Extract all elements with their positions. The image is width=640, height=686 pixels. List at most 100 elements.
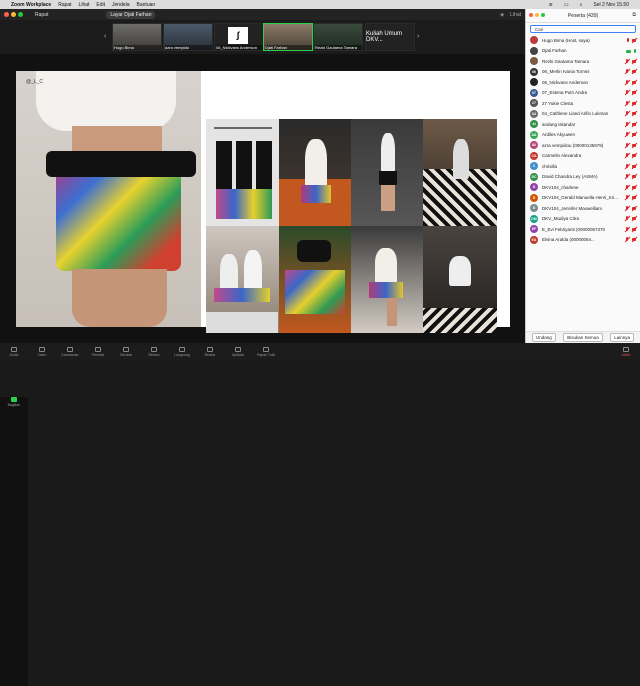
more-button[interactable]: Lainnya xyxy=(610,333,634,342)
video-off-icon xyxy=(632,132,636,137)
toolbar-label: Bagikan xyxy=(7,403,21,407)
participant-row[interactable]: 04 04_Cathlene Liand Arifin Lukman xyxy=(526,109,640,120)
popout-icon[interactable]: ⧉ xyxy=(632,12,636,18)
participant-row[interactable]: 06_Nickvans Anderson xyxy=(526,77,640,88)
participant-status xyxy=(625,69,636,74)
participant-status xyxy=(625,111,636,116)
strip-next-arrow-icon[interactable]: › xyxy=(417,33,419,40)
toolbar-chat-button[interactable]: Obrolan xyxy=(112,347,140,357)
participant-row[interactable]: DC David Chandra Ley (ASMA) xyxy=(526,172,640,183)
participants-list[interactable]: Hugo Bima (Host, saya) Djati Farhan Rezki … xyxy=(526,35,640,331)
video-thumb-azra[interactable]: azra vempido xyxy=(163,23,213,51)
participant-row[interactable]: Djati Farhan xyxy=(526,46,640,57)
search-icon[interactable]: ⌕ xyxy=(580,2,583,8)
participant-name: 06_Nickvans Anderson xyxy=(542,79,589,85)
os-menubar: Zoom Workplace Rapat Lihat Edit Jendela … xyxy=(0,0,640,9)
participant-status xyxy=(625,163,636,169)
video-thumb-nickvans[interactable]: ʃ 06_Nickvans Anderson xyxy=(214,23,264,51)
participant-row[interactable]: 06 06_Merlin Ivania Tommi xyxy=(526,67,640,78)
mute-all-button[interactable]: Bisukan Semua xyxy=(563,333,603,342)
participant-name: andang iskandar xyxy=(542,121,576,127)
video-thumb-hugo[interactable]: Hugo Bima xyxy=(112,23,162,51)
toolbar-live-button[interactable]: Langsung xyxy=(168,347,196,357)
mic-muted-icon xyxy=(625,111,629,116)
toolbar-apps-button[interactable]: Aplikasi xyxy=(224,347,252,357)
participant-row[interactable]: D DKV104_Gerald Manuella Henri_Kri... xyxy=(526,193,640,204)
video-off-icon xyxy=(632,59,636,64)
participants-search-input[interactable]: Cari xyxy=(530,25,636,33)
participant-row[interactable]: Hugo Bima (Host, saya) xyxy=(526,35,640,46)
participant-status xyxy=(625,153,636,158)
participant-row[interactable]: 27 27 Yukie Clesta xyxy=(526,98,640,109)
toolbar-share-button[interactable]: Bagikan xyxy=(0,397,28,686)
toolbar-video-button[interactable]: Video xyxy=(28,347,56,357)
participant-name: Ardiles Akyuwen xyxy=(542,132,576,138)
menu-item-meeting[interactable]: Rapat xyxy=(58,2,71,8)
minimize-window-button[interactable] xyxy=(11,12,16,17)
end-icon xyxy=(623,347,629,352)
participant-row[interactable]: D DKV104_charlene xyxy=(526,182,640,193)
toolbar-end-button[interactable]: Akhiri xyxy=(612,347,640,357)
video-off-icon xyxy=(632,195,636,200)
photo-zebra-model xyxy=(423,119,497,226)
shield-icon[interactable]: ◈ xyxy=(500,12,504,18)
menu-item-window[interactable]: Jendela xyxy=(112,2,130,8)
participant-row[interactable]: D DKV104_Jennifer Maxwelliam xyxy=(526,203,640,214)
invite-button[interactable]: Undang xyxy=(532,333,556,342)
toolbar-participants-button[interactable]: Peserta xyxy=(84,347,112,357)
participant-row[interactable]: CA Carmelin Alexandra xyxy=(526,151,640,162)
mic-active-icon xyxy=(627,37,629,42)
hero-photo: @_L_C xyxy=(16,71,201,327)
avatar xyxy=(530,78,538,87)
toolbar-label: Langsung xyxy=(174,353,190,357)
participant-row[interactable]: 07 07_Estena Putri Andra xyxy=(526,88,640,99)
video-thumb-rezki[interactable]: Rezki Gautama Tamara xyxy=(313,23,363,51)
toolbar-reactions-button[interactable]: Reaksi xyxy=(196,347,224,357)
menubar-clock[interactable]: Sel 2 Nov 15.50 xyxy=(593,2,629,8)
app-menu-name[interactable]: Zoom Workplace xyxy=(11,2,51,8)
toolbar-audio-button[interactable]: Audio xyxy=(0,347,28,357)
lookbook-photo-grid xyxy=(206,119,497,337)
mic-muted-icon xyxy=(625,58,629,64)
participant-row[interactable]: EA Elvina Aralda (00000064... xyxy=(526,235,640,246)
avatar: D xyxy=(530,183,538,192)
participant-row[interactable]: AA Ardiles Akyuwen xyxy=(526,130,640,141)
photo-sofa-model xyxy=(279,119,351,226)
close-window-button[interactable] xyxy=(4,12,9,17)
toolbar-label: Video xyxy=(37,353,47,357)
toolbar-whiteboard-button[interactable]: Papan Tulis xyxy=(252,347,280,357)
avatar xyxy=(530,46,538,55)
strip-prev-arrow-icon[interactable]: ‹ xyxy=(104,33,106,40)
photo-hanging-shorts xyxy=(206,119,279,226)
participant-row[interactable]: Rezki Gautama Tamara xyxy=(526,56,640,67)
zoom-window-button[interactable] xyxy=(18,12,23,17)
screen-share-label[interactable]: Layar Djati Farhan xyxy=(106,10,156,19)
participant-row[interactable]: AV azra vempidou (00000135979) xyxy=(526,140,640,151)
menu-item-help[interactable]: Bantuan xyxy=(137,2,156,8)
video-thumb-djati[interactable]: Djati Farhan xyxy=(263,23,313,51)
battery-icon[interactable]: ▭ xyxy=(564,2,569,8)
participant-name: DKV104_Jennifer Maxwelliam xyxy=(542,205,603,211)
menu-item-view[interactable]: Lihat xyxy=(79,2,90,8)
avatar: AV xyxy=(530,141,538,150)
participant-name: DKV104_Gerald Manuella Henri_Kri... xyxy=(542,195,619,201)
expand-panel-button[interactable] xyxy=(541,13,545,17)
video-thumb-kuliah[interactable]: Kuliah Umum DKV... xyxy=(365,23,415,51)
wifi-icon[interactable]: ≋ xyxy=(549,2,553,8)
toolbar-security-button[interactable]: Keamanan xyxy=(56,347,84,357)
minimize-panel-button[interactable] xyxy=(535,13,539,17)
mic-muted-icon xyxy=(625,69,629,74)
view-button[interactable]: Lihat xyxy=(510,12,521,18)
participant-row[interactable]: AI andang iskandar xyxy=(526,119,640,130)
menu-item-edit[interactable]: Edit xyxy=(96,2,105,8)
toolbar-record-button[interactable]: Rekam xyxy=(140,347,168,357)
participant-row[interactable]: EF E_Evi Febriyanti (00000067370 xyxy=(526,224,640,235)
participant-row[interactable]: Cchrisilla xyxy=(526,161,640,172)
participant-name: DKV104_charlene xyxy=(542,184,579,190)
participant-row[interactable]: DM DKV_Mudiya Citra xyxy=(526,214,640,225)
close-panel-button[interactable] xyxy=(529,13,533,17)
participant-name: Rezki Gautama Tamara xyxy=(542,58,590,64)
participant-status xyxy=(625,205,636,211)
participant-name: David Chandra Ley (ASMA) xyxy=(542,174,598,180)
video-off-icon xyxy=(632,206,636,211)
